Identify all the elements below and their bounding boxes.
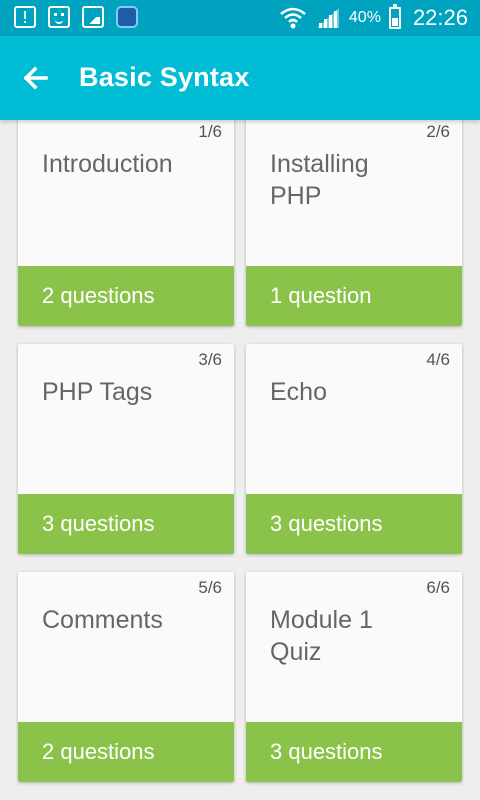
lesson-title: PHP Tags <box>42 378 153 406</box>
wifi-icon <box>280 7 306 29</box>
lesson-title: Echo <box>270 378 327 406</box>
lesson-index: 2/6 <box>426 122 450 141</box>
lesson-card-echo[interactable]: 4/6 Echo 3 questions <box>246 344 462 554</box>
lesson-card-php-tags[interactable]: 3/6 PHP Tags 3 questions <box>18 344 234 554</box>
lesson-card-introduction[interactable]: 1/6 Introduction 2 questions <box>18 120 234 326</box>
battery-icon <box>388 4 401 29</box>
battery-percent: 40% <box>348 9 381 26</box>
lesson-title: Module 1 Quiz <box>270 606 373 666</box>
lesson-index: 4/6 <box>426 350 450 369</box>
notification-icon <box>14 6 36 28</box>
lesson-title: Installing PHP <box>270 150 369 210</box>
lesson-grid: 1/6 Introduction 2 questions 2/6 Install… <box>0 120 480 800</box>
arrow-back-icon <box>23 66 48 90</box>
status-bar: 40% 22:26 <box>0 0 480 36</box>
question-count: 3 questions <box>270 739 383 764</box>
lesson-footer: 3 questions <box>246 494 462 554</box>
lesson-title: Introduction <box>42 150 173 178</box>
question-count: 3 questions <box>270 511 383 536</box>
lesson-index: 1/6 <box>198 122 222 141</box>
lesson-footer: 1 question <box>246 266 462 326</box>
emoji-icon <box>48 6 70 28</box>
app-bar: Basic Syntax <box>0 36 480 120</box>
status-system: 40% 22:26 <box>279 4 468 32</box>
lesson-footer: 2 questions <box>18 722 234 782</box>
back-button[interactable] <box>18 60 54 96</box>
lesson-footer: 3 questions <box>246 722 462 782</box>
question-count: 3 questions <box>42 511 155 536</box>
question-count: 2 questions <box>42 739 155 764</box>
status-notifications <box>14 6 138 28</box>
question-count: 1 question <box>270 283 372 308</box>
image-icon <box>82 6 104 28</box>
lesson-index: 6/6 <box>426 578 450 597</box>
app-icon <box>116 6 138 28</box>
lesson-card-installing-php[interactable]: 2/6 Installing PHP 1 question <box>246 120 462 326</box>
clock: 22:26 <box>412 5 468 30</box>
lesson-title: Comments <box>42 606 163 634</box>
lesson-footer: 2 questions <box>18 266 234 326</box>
lesson-card-comments[interactable]: 5/6 Comments 2 questions <box>18 572 234 782</box>
lesson-footer: 3 questions <box>18 494 234 554</box>
signal-icon <box>316 8 339 28</box>
lesson-index: 3/6 <box>198 350 222 369</box>
question-count: 2 questions <box>42 283 155 308</box>
page-title: Basic Syntax <box>79 62 250 92</box>
lesson-card-module-1-quiz[interactable]: 6/6 Module 1 Quiz 3 questions <box>246 572 462 782</box>
lesson-index: 5/6 <box>198 578 222 597</box>
